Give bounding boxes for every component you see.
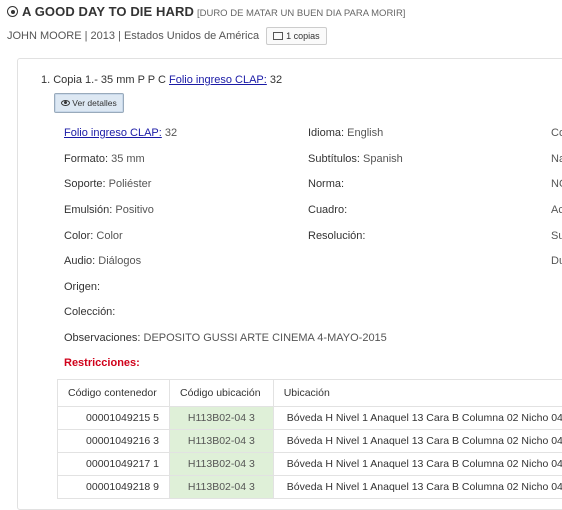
resolucion-label: Resolución: [308, 230, 365, 242]
table-row: 00001049217 1 H113B02-04 3 Bóveda H Nive… [58, 453, 562, 476]
copies-button[interactable]: 1 copias [266, 27, 327, 45]
eye-icon [61, 100, 70, 106]
field-col3-4: Ac [551, 204, 562, 216]
circle-dot-icon [7, 6, 18, 17]
field-col3-5: Su [551, 230, 562, 242]
formato-label: Formato: [64, 153, 108, 165]
location: Bóveda H Nivel 1 Anaquel 13 Cara B Colum… [273, 476, 562, 499]
folio-value: 32 [270, 74, 282, 86]
emulsion-value: Positivo [115, 204, 154, 216]
folio-detail-link[interactable]: Folio ingreso CLAP: [64, 127, 162, 139]
emulsion-label: Emulsión: [64, 204, 112, 216]
field-emulsion: Emulsión: Positivo [64, 204, 154, 216]
subtitulos-value: Spanish [363, 153, 403, 165]
field-audio: Audio: Diálogos [64, 255, 141, 267]
film-meta-row: JOHN MOORE | 2013 | Estados Unidos de Am… [7, 27, 327, 45]
field-formato: Formato: 35 mm [64, 153, 145, 165]
formato-value: 35 mm [111, 153, 145, 165]
field-cuadro: Cuadro: [308, 204, 347, 216]
film-meta: JOHN MOORE | 2013 | Estados Unidos de Am… [7, 30, 259, 42]
locations-table: Código contenedor Código ubicación Ubica… [57, 379, 562, 499]
copy-prefix: 1. Copia 1.- 35 mm P P C [41, 74, 166, 86]
location: Bóveda H Nivel 1 Anaquel 13 Cara B Colum… [273, 453, 562, 476]
soporte-value: Poliéster [109, 178, 152, 190]
field-col3-3: NO [551, 178, 562, 190]
film-original-title: [DURO DE MATAR UN BUEN DIA PARA MORIR] [197, 8, 406, 19]
container-code: 00001049217 1 [58, 453, 170, 476]
color-label: Color: [64, 230, 93, 242]
film-title-row: A GOOD DAY TO DIE HARD[DURO DE MATAR UN … [7, 4, 405, 19]
subtitulos-label: Subtítulos: [308, 153, 360, 165]
audio-label: Audio: [64, 255, 95, 267]
soporte-label: Soporte: [64, 178, 106, 190]
field-coleccion: Colección: [64, 306, 115, 318]
table-row: 00001049216 3 H113B02-04 3 Bóveda H Nive… [58, 430, 562, 453]
field-color: Color: Color [64, 230, 123, 242]
field-subtitulos: Subtítulos: Spanish [308, 153, 403, 165]
folio-link[interactable]: Folio ingreso CLAP: [169, 74, 267, 86]
view-details-label: Ver detalles [72, 98, 116, 108]
location-code: H113B02-04 3 [170, 476, 274, 499]
header-codigo-ubicacion: Código ubicación [170, 380, 274, 407]
table-row: 00001049215 5 H113B02-04 3 Bóveda H Nive… [58, 407, 562, 430]
header-codigo-contenedor: Código contenedor [58, 380, 170, 407]
idioma-value: English [347, 127, 383, 139]
field-observaciones: Observaciones: DEPOSITO GUSSI ARTE CINEM… [64, 332, 387, 344]
field-origen: Origen: [64, 281, 100, 293]
field-col3-1: Co [551, 127, 562, 139]
audio-value: Diálogos [98, 255, 141, 267]
coleccion-label: Colección: [64, 306, 115, 318]
location-code: H113B02-04 3 [170, 453, 274, 476]
field-norma: Norma: [308, 178, 344, 190]
origen-label: Origen: [64, 281, 100, 293]
idioma-label: Idioma: [308, 127, 344, 139]
location: Bóveda H Nivel 1 Anaquel 13 Cara B Colum… [273, 407, 562, 430]
copies-label: 1 copias [286, 31, 320, 41]
location-code: H113B02-04 3 [170, 430, 274, 453]
restrictions-label: Restricciones: [64, 357, 140, 369]
copy-line: 1. Copia 1.- 35 mm P P C Folio ingreso C… [41, 74, 282, 86]
container-code: 00001049218 9 [58, 476, 170, 499]
observaciones-label: Observaciones: [64, 332, 140, 344]
field-resolucion: Resolución: [308, 230, 365, 242]
color-value: Color [96, 230, 122, 242]
view-details-button[interactable]: Ver detalles [54, 93, 124, 113]
location-code: H113B02-04 3 [170, 407, 274, 430]
film-title: A GOOD DAY TO DIE HARD [22, 4, 194, 19]
container-code: 00001049215 5 [58, 407, 170, 430]
container-code: 00001049216 3 [58, 430, 170, 453]
norma-label: Norma: [308, 178, 344, 190]
field-folio: Folio ingreso CLAP: 32 [64, 127, 177, 139]
film-icon [273, 32, 283, 40]
field-idioma: Idioma: English [308, 127, 383, 139]
observaciones-value: DEPOSITO GUSSI ARTE CINEMA 4-MAYO-2015 [144, 332, 387, 344]
location: Bóveda H Nivel 1 Anaquel 13 Cara B Colum… [273, 430, 562, 453]
field-col3-2: Na [551, 153, 562, 165]
table-row: 00001049218 9 H113B02-04 3 Bóveda H Nive… [58, 476, 562, 499]
table-header-row: Código contenedor Código ubicación Ubica… [58, 380, 562, 407]
field-soporte: Soporte: Poliéster [64, 178, 151, 190]
header-ubicacion: Ubicación [273, 380, 562, 407]
folio-detail-value: 32 [165, 127, 177, 139]
cuadro-label: Cuadro: [308, 204, 347, 216]
field-col3-6: Du [551, 255, 562, 267]
